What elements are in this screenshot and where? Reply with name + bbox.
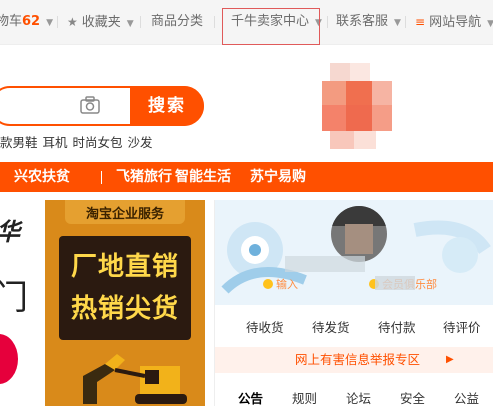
seller-center-highlight xyxy=(222,8,320,45)
status-pending-ship[interactable]: 待发货 xyxy=(312,317,350,336)
menu-icon: ≡ xyxy=(415,15,426,29)
cart-count: 62 xyxy=(22,14,41,29)
tab-announcement[interactable]: 公告 xyxy=(238,388,263,407)
top-bar: 物车62 ▼ ★ 收藏夹 ▼ 商品分类 千牛卖家中心 ▼ 联系客服 ▼ ≡ 网站导航 ▼ xyxy=(0,0,493,45)
cart-label: 物车 xyxy=(0,14,23,29)
status-pending-review[interactable]: 待评价 xyxy=(443,317,481,336)
camera-icon[interactable] xyxy=(80,96,100,114)
nav-item[interactable]: 兴农扶贫 xyxy=(14,162,70,192)
favorites-label: 收藏夹 xyxy=(81,15,121,30)
banner-line2: 热销尖货 xyxy=(70,294,179,324)
member-tag-label: 输入 xyxy=(276,278,298,291)
chevron-down-icon: ▼ xyxy=(394,18,401,28)
support-link[interactable]: 联系客服 ▼ xyxy=(336,0,401,44)
tab-forum[interactable]: 论坛 xyxy=(346,388,371,407)
hot-word[interactable]: 款男鞋 xyxy=(0,135,38,150)
divider xyxy=(405,16,406,28)
hot-word[interactable]: 耳机 xyxy=(43,135,68,150)
promo-banner[interactable]: 淘宝企业服务 厂地直销 热销尖货 xyxy=(45,200,205,406)
site-nav-link[interactable]: ≡ 网站导航 ▼ xyxy=(415,0,493,44)
brand-circle xyxy=(0,334,18,384)
status-pending-pay[interactable]: 待付款 xyxy=(378,317,416,336)
banner-brand-label: 淘宝企业服务 xyxy=(85,207,164,222)
nav-item[interactable]: 苏宁易购 xyxy=(250,162,306,192)
tab-charity[interactable]: 公益 xyxy=(454,388,479,407)
tab-rules[interactable]: 规则 xyxy=(292,388,317,407)
categories-link[interactable]: 商品分类 xyxy=(151,0,203,44)
favorites-link[interactable]: ★ 收藏夹 ▼ xyxy=(67,0,134,44)
brand-slice[interactable]: 华 门 xyxy=(0,200,32,406)
banner-line1: 厂地直销 xyxy=(70,252,179,282)
chevron-down-icon: ▼ xyxy=(487,19,493,29)
brand-char: 门 xyxy=(0,278,28,318)
hot-word[interactable]: 沙发 xyxy=(128,135,153,150)
categories-label: 商品分类 xyxy=(151,14,204,29)
divider xyxy=(101,171,102,184)
site-nav-label: 网站导航 xyxy=(429,15,482,30)
divider xyxy=(57,16,58,28)
member-tag[interactable]: 输入 xyxy=(263,276,298,292)
excavator-image xyxy=(83,354,187,404)
divider xyxy=(140,16,141,28)
support-label: 联系客服 xyxy=(336,14,389,29)
hot-word[interactable]: 时尚女包 xyxy=(73,135,123,150)
blurred-name xyxy=(375,276,415,290)
divider xyxy=(214,16,215,28)
channel-nav: 兴农扶贫 飞猪旅行 智能生活 苏宁易购 xyxy=(0,162,493,192)
nav-item[interactable]: 智能生活 xyxy=(175,162,231,192)
nav-item[interactable]: 飞猪旅行 xyxy=(116,162,172,192)
status-pending-receive[interactable]: 待收货 xyxy=(246,317,284,336)
brand-char: 华 xyxy=(0,212,20,247)
star-icon: ★ xyxy=(67,15,78,29)
user-panel: 输入 会员俱乐部 待收货 待发货 待付款 待评价 网上有害信息举报专区 ▶ xyxy=(214,200,493,406)
hot-words: 款男鞋 耳机 时尚女包 沙发 xyxy=(0,132,158,151)
blurred-name xyxy=(285,256,365,272)
coin-icon xyxy=(263,279,273,289)
play-arrow-icon: ▶ xyxy=(446,354,454,365)
report-label: 网上有害信息举报专区 xyxy=(295,352,421,367)
search-button[interactable]: 搜索 xyxy=(130,86,204,126)
chevron-down-icon: ▼ xyxy=(46,18,54,28)
tab-security[interactable]: 安全 xyxy=(400,388,425,407)
promo-image[interactable] xyxy=(322,63,394,153)
report-link[interactable]: 网上有害信息举报专区 ▶ xyxy=(215,347,493,373)
cart-link[interactable]: 物车62 ▼ xyxy=(0,0,53,44)
divider xyxy=(327,16,328,28)
chevron-down-icon: ▼ xyxy=(126,19,134,29)
avatar[interactable] xyxy=(331,206,387,262)
